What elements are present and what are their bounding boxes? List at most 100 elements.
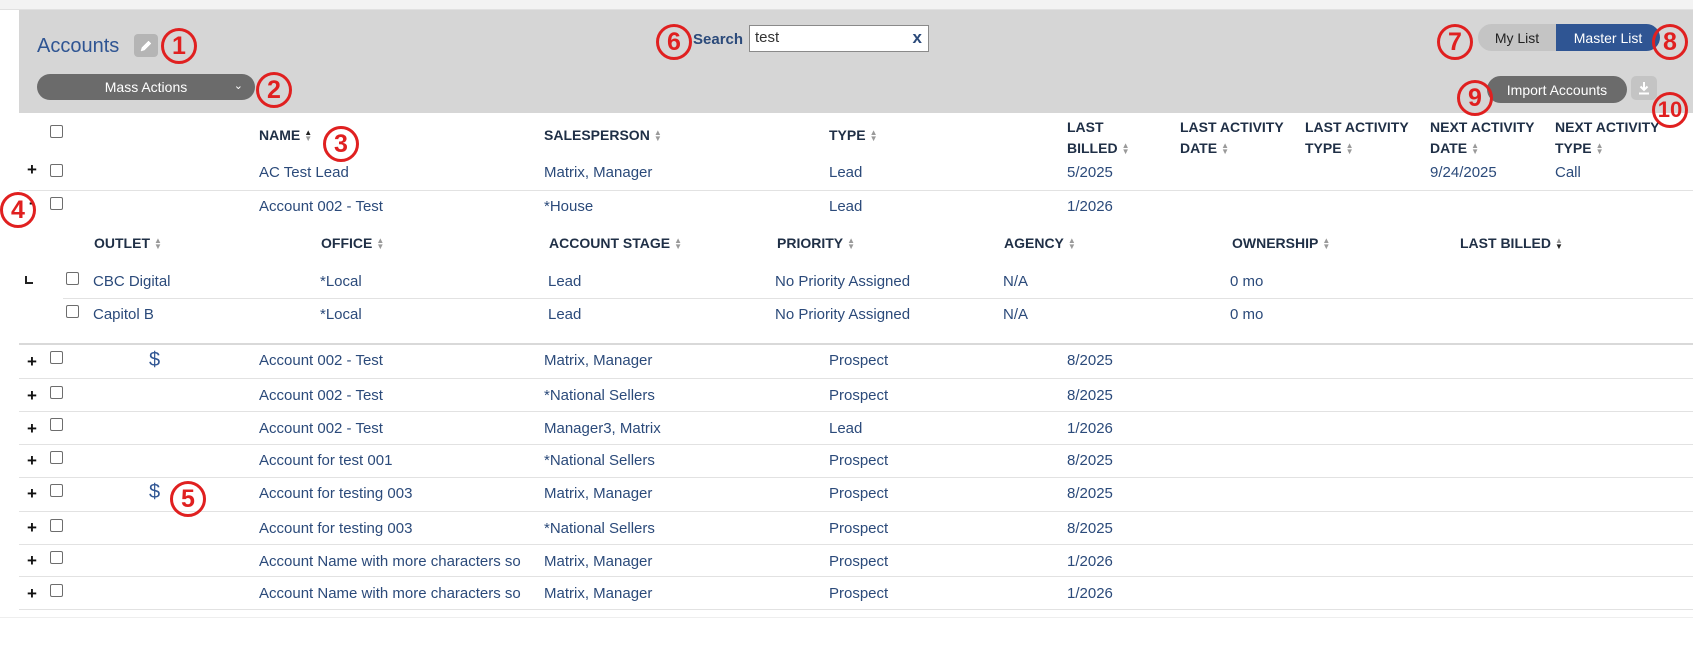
type-cell: Prospect [829,352,889,369]
column-header-last-activity-type[interactable]: LAST ACTIVITY TYPE ▲ ▼ [1305,117,1409,159]
last-billed-cell: 8/2025 [1067,387,1113,404]
last-billed-cell: 1/2026 [1067,585,1113,602]
master-list-toggle[interactable]: Master List [1556,24,1660,51]
row-checkbox[interactable] [50,164,63,177]
download-icon [1639,82,1649,95]
row-divider [19,411,1693,412]
office-cell: *Local [320,306,362,323]
sort-icon: ▲ ▼ [653,128,662,144]
subrow-checkbox[interactable] [66,272,79,285]
column-header-next-activity-date[interactable]: NEXT ACTIVITY DATE ▲ ▼ [1430,117,1535,159]
salesperson-cell: Matrix, Manager [544,352,653,369]
annotation-marker: 5 [170,481,206,517]
sort-icon: ▲ ▼ [376,236,385,252]
account-name-link[interactable]: AC Test Lead [259,164,349,181]
expand-row-button[interactable]: + [27,419,37,439]
row-divider [19,190,1693,191]
sort-icon: ▲ ▼ [869,128,878,144]
subcolumn-header-priority[interactable]: PRIORITY ▲ ▼ [777,233,855,254]
expand-row-button[interactable]: + [27,518,37,538]
import-accounts-button[interactable]: Import Accounts [1487,76,1627,103]
subcolumn-header-office[interactable]: OFFICE ▲ ▼ [321,233,384,254]
mass-actions-dropdown[interactable]: Mass Actions ⌄ [37,74,255,100]
download-button[interactable] [1631,76,1657,100]
account-name-link[interactable]: Account 002 - Test [259,352,383,369]
expand-row-button[interactable]: + [27,584,37,604]
account-name-link[interactable]: Account 002 - Test [259,198,383,215]
last-billed-cell: 8/2025 [1067,485,1113,502]
expand-row-button[interactable]: + [27,352,37,372]
row-divider [19,477,1693,478]
select-all-checkbox[interactable] [50,125,63,138]
clear-search-button[interactable]: x [913,28,922,48]
subcolumn-header-outlet[interactable]: OUTLET ▲ ▼ [94,233,162,254]
column-header-salesperson[interactable]: SALESPERSON ▲ ▼ [544,125,662,146]
row-checkbox[interactable] [50,197,63,210]
row-divider [19,544,1693,545]
annotation-marker: 7 [1437,24,1473,60]
account-stage-cell: Lead [548,273,582,290]
salesperson-cell: *National Sellers [544,387,655,404]
next-activity-date-cell: 9/24/2025 [1430,164,1497,181]
account-name-link[interactable]: Account Name with more characters so [259,585,521,602]
next-activity-type-cell: Call [1555,164,1581,181]
row-checkbox[interactable] [50,519,63,532]
account-name-link[interactable]: Account 002 - Test [259,387,383,404]
salesperson-cell: Manager3, Matrix [544,420,661,437]
type-cell: Prospect [829,485,889,502]
row-checkbox[interactable] [50,351,63,364]
priority-cell: No Priority Assigned [775,306,911,323]
column-header-next-activity-type[interactable]: NEXT ACTIVITY TYPE ▲ ▼ [1555,117,1660,159]
annotation-marker: 8 [1652,24,1688,60]
subcolumn-header-account-stage[interactable]: ACCOUNT STAGE ▲ ▼ [549,233,682,254]
type-cell: Lead [829,198,863,215]
column-header-last-billed[interactable]: LAST BILLED ▲ ▼ [1067,117,1129,159]
expand-row-button[interactable]: + [27,484,37,504]
account-name-link[interactable]: Account Name with more characters so [259,553,521,570]
my-list-toggle[interactable]: My List [1478,24,1556,51]
salesperson-cell: *National Sellers [544,520,655,537]
column-header-last-activity-date[interactable]: LAST ACTIVITY DATE ▲ ▼ [1180,117,1284,159]
row-checkbox[interactable] [50,484,63,497]
search-label: Search [693,31,744,48]
row-checkbox[interactable] [50,551,63,564]
row-checkbox[interactable] [50,584,63,597]
expand-row-button[interactable]: + [27,386,37,406]
expand-row-button[interactable]: + [27,551,37,571]
subrow-checkbox[interactable] [66,305,79,318]
account-name-link[interactable]: Account for testing 003 [259,485,412,502]
last-billed-cell: 8/2025 [1067,352,1113,369]
outlet-link[interactable]: Capitol B [93,306,154,323]
outlet-link[interactable]: CBC Digital [93,273,171,290]
sort-icon: ▲ ▼ [1322,236,1331,252]
search-input[interactable] [750,26,905,49]
column-header-name[interactable]: NAME ▲ ▼ [259,125,312,146]
subcolumn-header-agency[interactable]: AGENCY ▲ ▼ [1004,233,1076,254]
salesperson-cell: Matrix, Manager [544,164,653,181]
billing-indicator: $ [149,349,161,371]
row-checkbox[interactable] [50,451,63,464]
account-name-link[interactable]: Account 002 - Test [259,420,383,437]
edit-title-button[interactable] [134,34,158,57]
agency-cell: N/A [1003,273,1029,290]
last-billed-cell: 5/2025 [1067,164,1113,181]
expand-row-button[interactable]: + [27,451,37,471]
ownership-cell: 0 mo [1230,306,1264,323]
page-footer-area [0,617,1693,647]
expand-row-button[interactable]: + [27,160,37,180]
subcolumn-header-last-billed[interactable]: LAST BILLED ▲ ▼ [1460,233,1563,254]
account-name-link[interactable]: Account for test 001 [259,452,392,469]
account-name-link[interactable]: Account for testing 003 [259,520,412,537]
agency-cell: N/A [1003,306,1029,323]
page-title: Accounts [37,35,120,57]
sort-icon: ▲ ▼ [304,128,313,144]
row-checkbox[interactable] [50,386,63,399]
annotation-marker: 1 [161,28,197,64]
sort-icon: ▲ ▼ [1221,141,1229,157]
type-cell: Prospect [829,553,889,570]
annotation-marker: 3 [323,126,359,162]
subcolumn-header-ownership[interactable]: OWNERSHIP ▲ ▼ [1232,233,1330,254]
sort-icon: ▲ ▼ [1067,236,1076,252]
column-header-type[interactable]: TYPE ▲ ▼ [829,125,878,146]
row-checkbox[interactable] [50,418,63,431]
